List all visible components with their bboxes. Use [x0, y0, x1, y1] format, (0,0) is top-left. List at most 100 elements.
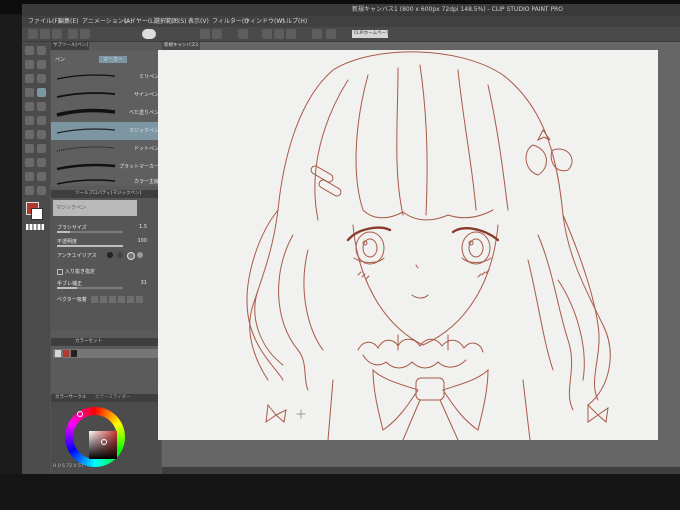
brush-item[interactable]: サインペン: [51, 86, 161, 104]
property-label: 不透明度: [57, 239, 78, 245]
property-label: 入り抜き指定: [65, 269, 96, 275]
eraser-icon[interactable]: [25, 130, 34, 139]
sv-marker-icon[interactable]: [101, 439, 107, 445]
new-icon[interactable]: [28, 29, 38, 39]
grid-icon[interactable]: [286, 29, 296, 39]
canvas-tab[interactable]: 新規キャンバス1: [162, 42, 200, 50]
color-wheel-center: [73, 415, 117, 459]
fill-tool-icon[interactable]: [25, 144, 34, 153]
text-tool-icon[interactable]: [37, 172, 46, 181]
frame-icon[interactable]: [37, 158, 46, 167]
subtool-tab[interactable]: サブツール[ペン]: [51, 42, 89, 50]
clear-icon[interactable]: [200, 29, 210, 39]
brush-item[interactable]: ドットペン: [51, 140, 161, 158]
antialias-mid-icon[interactable]: [127, 252, 135, 260]
menu-filter[interactable]: フィルター(I): [212, 16, 248, 27]
color-wheel[interactable]: [65, 407, 125, 467]
brush-label: ドットペン: [133, 146, 159, 152]
menu-help[interactable]: ヘルプ(H): [280, 16, 307, 27]
brush-item[interactable]: カラー主線: [51, 173, 161, 191]
color-circle-panel: カラーサークル カラースライダー H 0 S 72 V 57: [51, 394, 161, 474]
figure-icon[interactable]: [25, 158, 34, 167]
ruler-icon[interactable]: [274, 29, 284, 39]
balloon-icon[interactable]: [25, 186, 34, 195]
color-circle-tab[interactable]: カラーサークル: [55, 394, 86, 402]
menu-select[interactable]: 選択範囲(S): [154, 16, 187, 27]
property-slider[interactable]: [57, 245, 123, 247]
blend-icon[interactable]: [37, 130, 46, 139]
transparent-color-swatch[interactable]: [26, 224, 44, 230]
checkbox-icon[interactable]: [57, 269, 63, 275]
saturation-value-square[interactable]: [89, 431, 117, 459]
layout-icon[interactable]: [326, 29, 336, 39]
color-set-panel: カラーセット: [51, 338, 161, 390]
eyedropper-icon[interactable]: [25, 88, 34, 97]
property-row[interactable]: 不透明度 100: [51, 236, 161, 248]
monitor-bezel-bottom: [0, 474, 680, 510]
color-swatch[interactable]: [63, 350, 69, 357]
save-icon[interactable]: [52, 29, 62, 39]
menu-file[interactable]: ファイル(F): [28, 16, 60, 27]
transform-icon[interactable]: [238, 29, 248, 39]
brush-tool-icon[interactable]: [37, 102, 46, 111]
open-icon[interactable]: [40, 29, 50, 39]
brush-item[interactable]: ミリペン: [51, 68, 161, 86]
brush-item[interactable]: べた塗りペン: [51, 104, 161, 122]
brush-label: プラットマーカー: [118, 164, 159, 170]
menu-layer[interactable]: レイヤー(L): [124, 16, 156, 27]
fill-icon[interactable]: [212, 29, 222, 39]
monitor-bezel-left: [0, 0, 22, 510]
move-tool-icon[interactable]: [37, 46, 46, 55]
homepage-link[interactable]: CLIPホームページ: [352, 30, 388, 38]
property-row[interactable]: ベクター吸着: [51, 294, 161, 306]
hue-marker-icon[interactable]: [77, 411, 83, 417]
snap-icon[interactable]: [262, 29, 272, 39]
color-slider-tab[interactable]: カラースライダー: [95, 394, 131, 402]
color-circle-header: カラーサークル カラースライダー: [51, 394, 161, 402]
layer-move-icon[interactable]: [37, 60, 46, 69]
tool-property-title: ツールプロパティ[マジックペン]: [75, 191, 142, 196]
brush-item-selected[interactable]: マジックペン: [51, 122, 161, 140]
correct-line-icon[interactable]: [37, 186, 46, 195]
menu-edit[interactable]: 編集(E): [58, 16, 78, 27]
menu-window[interactable]: ウィンドウ(W): [244, 16, 285, 27]
undo-icon[interactable]: [68, 29, 78, 39]
redo-icon[interactable]: [80, 29, 90, 39]
pen-tool-icon[interactable]: [37, 88, 46, 97]
property-slider[interactable]: [57, 287, 123, 289]
operation-tool-icon[interactable]: [25, 60, 34, 69]
property-row[interactable]: 入り抜き指定: [51, 266, 161, 278]
settings-icon[interactable]: [312, 29, 322, 39]
title-bar: 新規キャンバス1 (800 x 600px 72dpi 148.5%) - CL…: [22, 4, 680, 16]
property-row[interactable]: 手ブレ補正 31: [51, 278, 161, 290]
drawing-canvas[interactable]: [158, 50, 658, 440]
antialias-weak-icon[interactable]: [117, 252, 123, 258]
zoom-tool-icon[interactable]: [25, 46, 34, 55]
marker-group-label[interactable]: マーカー: [99, 56, 128, 63]
sub-color-swatch[interactable]: [31, 208, 43, 220]
tool-preview: マジックペン: [53, 200, 137, 216]
brush-label: べた塗りペン: [128, 110, 159, 116]
selection-tool-icon[interactable]: [25, 74, 34, 83]
tool-palette: [22, 42, 50, 474]
tool-property-header: ツールプロパティ[マジックペン]: [51, 190, 161, 198]
color-set-row[interactable]: [53, 349, 159, 358]
property-slider[interactable]: [57, 231, 123, 233]
menu-view[interactable]: 表示(V): [188, 16, 209, 27]
brush-label: ミリペン: [138, 74, 159, 80]
property-row[interactable]: ブラシサイズ 1.5: [51, 222, 161, 234]
color-swatch[interactable]: [55, 350, 61, 357]
property-label: アンチエイリアス: [57, 253, 97, 259]
property-row[interactable]: アンチエイリアス: [51, 250, 161, 262]
antialias-none-icon[interactable]: [107, 252, 113, 258]
antialias-strong-icon[interactable]: [137, 252, 143, 258]
gradient-icon[interactable]: [37, 144, 46, 153]
decoration-icon[interactable]: [37, 116, 46, 125]
airbrush-icon[interactable]: [25, 116, 34, 125]
eye-icon[interactable]: [142, 29, 156, 39]
pencil-tool-icon[interactable]: [25, 102, 34, 111]
ruler-tool-icon[interactable]: [25, 172, 34, 181]
auto-select-icon[interactable]: [37, 74, 46, 83]
vector-snap-buttons[interactable]: [91, 296, 143, 303]
color-swatch[interactable]: [71, 350, 77, 357]
